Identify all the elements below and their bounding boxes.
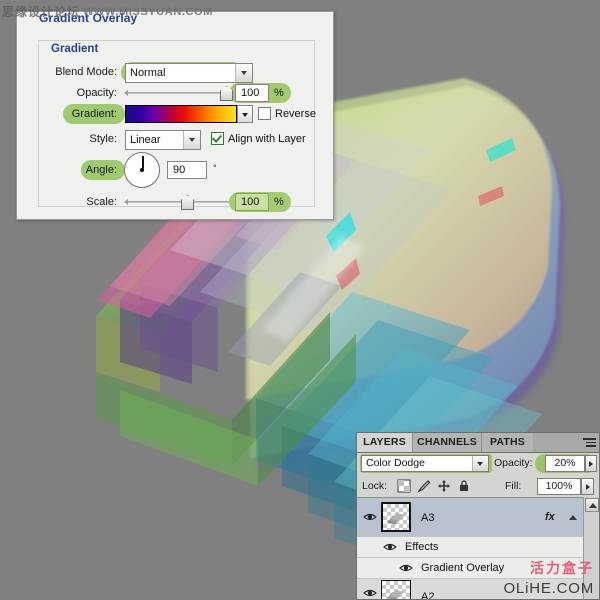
layer-thumbnail-art <box>387 590 404 599</box>
style-value: Linear <box>130 134 161 146</box>
lock-image-pixels-icon[interactable] <box>417 479 431 493</box>
layer-blend-row: Color Dodge Opacity: 20% <box>357 452 599 474</box>
opacity-slider-track <box>124 90 231 96</box>
layers-panel[interactable]: LAYERS CHANNELS PATHS Color Dodge Opacit… <box>356 432 600 600</box>
layer-list-scrollbar[interactable] <box>583 497 599 599</box>
panel-tab-bar[interactable]: LAYERS CHANNELS PATHS <box>357 433 599 453</box>
opacity-slider[interactable] <box>124 84 233 102</box>
fill-input[interactable]: 100% <box>537 478 581 495</box>
chevron-down-icon[interactable] <box>183 131 200 149</box>
layer-blend-mode-select[interactable]: Color Dodge <box>361 455 489 472</box>
lock-position-icon[interactable] <box>437 479 451 493</box>
align-with-layer-checkbox[interactable] <box>211 132 224 145</box>
chevron-down-icon[interactable] <box>235 64 252 82</box>
eye-visibility-icon[interactable] <box>399 563 413 573</box>
eye-visibility-icon[interactable] <box>363 512 377 522</box>
scale-input[interactable]: 100 <box>235 193 269 211</box>
layer-name[interactable]: A3 <box>421 512 434 524</box>
align-with-layer-label: Align with Layer <box>228 133 306 145</box>
opacity-input[interactable]: 100 <box>235 84 269 102</box>
scale-unit: % <box>274 196 284 208</box>
gradient-overlay-dialog[interactable]: Gradient Overlay Gradient Blend Mode: No… <box>16 11 334 220</box>
tab-paths[interactable]: PATHS <box>481 433 533 452</box>
table-row[interactable]: Gradient Overlay <box>357 557 585 578</box>
eye-visibility-icon[interactable] <box>383 542 397 552</box>
lock-all-icon[interactable] <box>457 479 471 493</box>
layer-blend-mode-value: Color Dodge <box>366 457 425 469</box>
table-row[interactable]: A3 fx <box>357 498 585 536</box>
fill-stepper-icon[interactable] <box>581 478 594 495</box>
layer-thumbnail[interactable] <box>381 580 411 599</box>
layer-thumbnail[interactable] <box>381 502 411 532</box>
scale-slider-thumb[interactable] <box>181 195 194 210</box>
layer-fx-badge[interactable]: fx <box>545 511 555 523</box>
scroll-up-icon[interactable] <box>585 498 599 512</box>
layer-opacity-label: Opacity: <box>494 457 533 469</box>
lock-transparent-pixels-icon[interactable] <box>397 479 411 493</box>
style-select[interactable]: Linear <box>125 130 201 150</box>
lock-label: Lock: <box>362 480 388 492</box>
gradient-preview-swatch[interactable] <box>125 105 237 123</box>
reverse-checkbox[interactable] <box>258 107 271 120</box>
gradient-group-label: Gradient <box>47 43 103 55</box>
angle-unit: ° <box>213 163 217 173</box>
scale-slider[interactable] <box>124 193 231 211</box>
angle-dial-hub <box>140 168 144 172</box>
panel-menu-icon[interactable] <box>583 438 596 448</box>
dialog-title: Gradient Overlay <box>39 11 138 25</box>
angle-label: Angle: <box>85 164 117 176</box>
scale-slider-track <box>124 199 231 205</box>
layer-list[interactable]: A3 fx Effects Gradient Overlay A2 <box>357 497 599 599</box>
tab-channels[interactable]: CHANNELS <box>412 433 481 452</box>
tab-layers[interactable]: LAYERS <box>357 433 412 452</box>
scale-label: Scale: <box>86 196 117 208</box>
gradient-picker-chevron-icon[interactable] <box>237 105 253 123</box>
layer-effect-name[interactable]: Gradient Overlay <box>421 562 504 574</box>
table-row[interactable]: A2 <box>357 578 585 599</box>
reverse-label: Reverse <box>275 108 316 120</box>
fill-label: Fill: <box>505 480 522 492</box>
layer-lock-row: Lock: Fill: 100% <box>357 475 599 497</box>
layer-effects-label[interactable]: Effects <box>405 541 438 553</box>
table-row[interactable]: Effects <box>357 536 585 557</box>
blend-mode-value: Normal <box>130 67 166 79</box>
layer-opacity-input[interactable]: 20% <box>545 455 585 472</box>
eye-visibility-icon[interactable] <box>363 588 377 598</box>
gradient-label: Gradient: <box>71 108 117 120</box>
style-label: Style: <box>89 133 117 145</box>
blend-mode-select[interactable]: Normal <box>125 63 253 83</box>
layer-thumbnail-art <box>388 513 405 525</box>
chevron-down-icon[interactable] <box>472 456 488 471</box>
opacity-stepper-icon[interactable] <box>585 455 597 472</box>
angle-input[interactable]: 90 <box>167 161 207 179</box>
angle-dial[interactable] <box>124 152 160 188</box>
blend-mode-label: Blend Mode: <box>55 66 117 78</box>
opacity-unit: % <box>274 87 284 99</box>
expand-collapse-icon[interactable] <box>569 515 577 520</box>
opacity-label: Opacity: <box>76 87 117 99</box>
layer-name[interactable]: A2 <box>421 591 434 599</box>
